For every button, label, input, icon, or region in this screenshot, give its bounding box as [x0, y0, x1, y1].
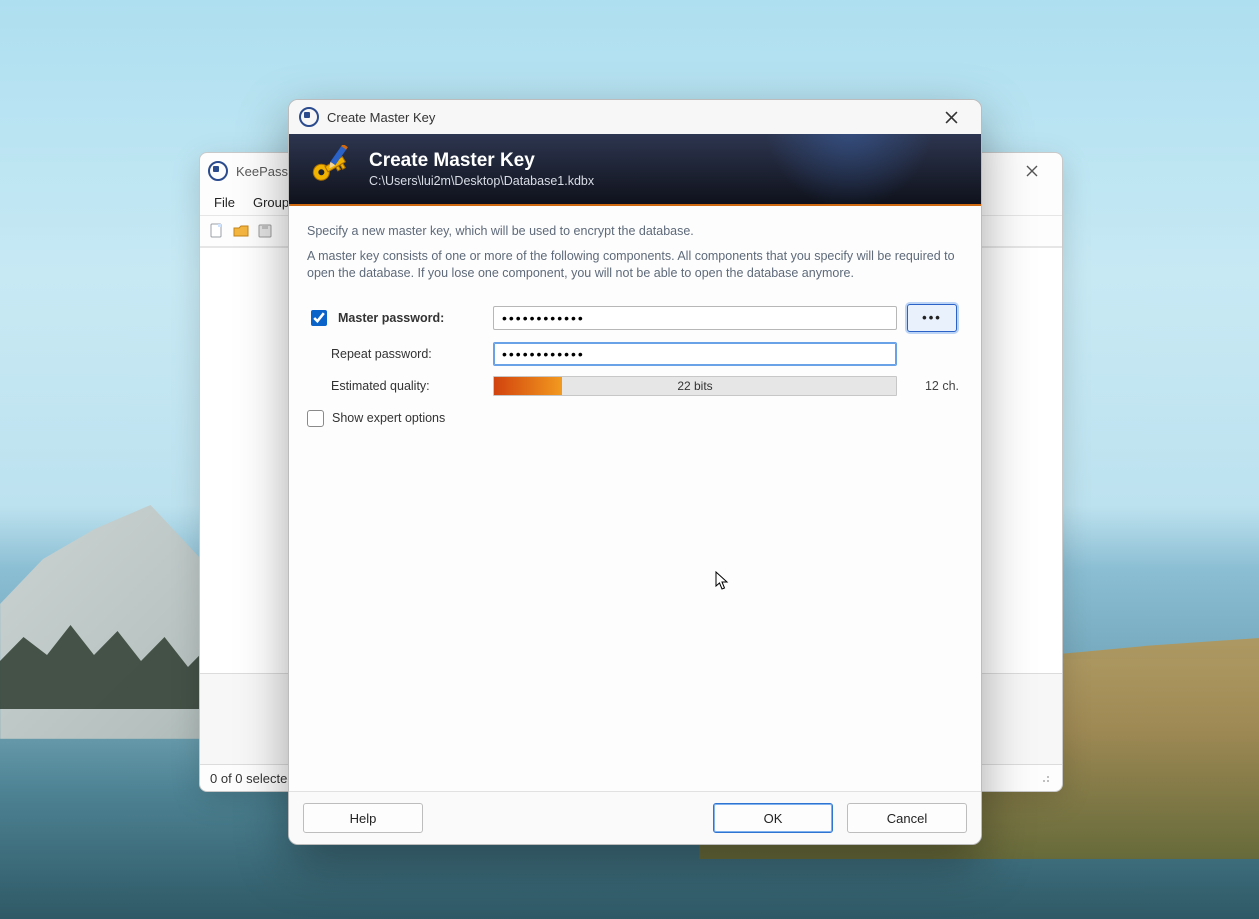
toolbar-save-icon[interactable] — [254, 220, 276, 242]
dots-icon: ••• — [922, 310, 942, 325]
create-master-key-dialog: Create Master Key — [288, 99, 982, 845]
master-password-checkbox[interactable] — [311, 310, 327, 326]
show-expert-options-label: Show expert options — [332, 411, 445, 425]
ok-button[interactable]: OK — [713, 803, 833, 833]
lock-icon — [299, 107, 319, 127]
dialog-button-bar: Help OK Cancel — [289, 791, 981, 844]
master-password-input[interactable] — [493, 306, 897, 330]
intro-text-1: Specify a new master key, which will be … — [307, 224, 963, 238]
menu-group[interactable]: Group — [253, 195, 289, 210]
keepass-close-button[interactable] — [1010, 156, 1054, 186]
cancel-button[interactable]: Cancel — [847, 803, 967, 833]
repeat-password-input[interactable] — [493, 342, 897, 366]
toolbar-new-icon[interactable] — [206, 220, 228, 242]
keepass-title: KeePass — [236, 164, 288, 179]
dialog-banner: Create Master Key C:\Users\lui2m\Desktop… — [289, 134, 981, 206]
toolbar-open-icon[interactable] — [230, 220, 252, 242]
dialog-window-title: Create Master Key — [327, 110, 435, 125]
help-button-label: Help — [350, 811, 377, 826]
resize-grip-icon[interactable] — [1038, 771, 1052, 785]
quality-bits-text: 22 bits — [494, 377, 896, 395]
menu-file[interactable]: File — [214, 195, 235, 210]
key-pencil-icon — [307, 145, 355, 193]
show-expert-options-checkbox[interactable] — [307, 410, 324, 427]
ok-button-label: OK — [764, 811, 783, 826]
quality-meter: 22 bits — [493, 376, 897, 396]
database-path: C:\Users\lui2m\Desktop\Database1.kdbx — [369, 174, 594, 188]
intro-text-2: A master key consists of one or more of … — [307, 248, 963, 282]
dialog-content: Specify a new master key, which will be … — [289, 206, 981, 791]
toggle-password-visibility-button[interactable]: ••• — [907, 304, 957, 332]
dialog-titlebar[interactable]: Create Master Key — [289, 100, 981, 134]
repeat-password-label: Repeat password: — [307, 347, 483, 361]
master-password-label: Master password: — [338, 311, 444, 325]
lock-icon — [208, 161, 228, 181]
dialog-heading: Create Master Key — [369, 150, 594, 172]
status-selection-count: 0 of 0 selected — [210, 771, 295, 786]
dialog-close-button[interactable] — [931, 103, 971, 131]
char-count-text: 12 ch. — [907, 379, 963, 393]
estimated-quality-label: Estimated quality: — [307, 379, 483, 393]
help-button[interactable]: Help — [303, 803, 423, 833]
cancel-button-label: Cancel — [887, 811, 927, 826]
